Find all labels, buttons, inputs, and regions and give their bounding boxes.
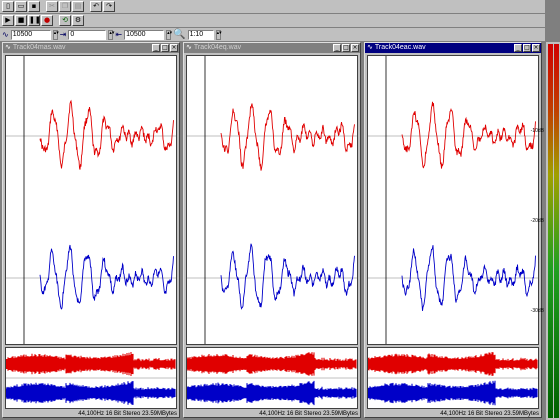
toolbar-row-2: ▶ ■ ❚❚ ● ⟲ ⚙ xyxy=(0,14,545,28)
overview-view[interactable] xyxy=(367,347,539,409)
wave-window-3[interactable]: ∿ Track04eac.wav _ □ × 44,100Hz 16 Bit S… xyxy=(364,42,542,418)
zoom-field[interactable]: 1:10 xyxy=(187,29,214,40)
waveform-view[interactable] xyxy=(367,55,539,345)
channel-waveform xyxy=(39,244,174,310)
window-titlebar[interactable]: ∿ Track04eac.wav _ □ × xyxy=(365,43,541,53)
wave-window-2[interactable]: ∿ Track04eq.wav _ □ × 44,100Hz 16 Bit St… xyxy=(183,42,361,418)
overview-waveform xyxy=(187,380,357,406)
redo-icon[interactable]: ↷ xyxy=(103,1,115,12)
pause-icon[interactable]: ❚❚ xyxy=(28,15,40,26)
meter-label: -20dB xyxy=(530,218,544,224)
maximize-button[interactable]: □ xyxy=(161,44,169,52)
overview-waveform xyxy=(368,352,538,376)
loop-icon[interactable]: ⟲ xyxy=(59,15,71,26)
overview-waveform xyxy=(187,352,357,376)
format-status: 44,100Hz 16 Bit Stereo 23.59MBytes xyxy=(259,411,358,417)
channel-waveform xyxy=(401,101,536,169)
maximize-button[interactable]: □ xyxy=(523,44,531,52)
start-spinner[interactable]: ▴▾ xyxy=(52,29,59,40)
overview-waveform xyxy=(6,381,176,405)
zoom-spinner[interactable]: ▴▾ xyxy=(215,29,222,40)
minimize-button[interactable]: _ xyxy=(152,44,160,52)
cut-icon[interactable]: ✂ xyxy=(46,1,58,12)
minimize-button[interactable]: _ xyxy=(333,44,341,52)
stop-icon[interactable]: ■ xyxy=(15,15,27,26)
app-icon: ∿ xyxy=(5,44,11,51)
overview-view[interactable] xyxy=(5,347,177,409)
minimize-button[interactable]: _ xyxy=(514,44,522,52)
app-icon: ∿ xyxy=(186,44,192,51)
length-spinner[interactable]: ▴▾ xyxy=(108,29,114,40)
app-icon: ∿ xyxy=(367,44,373,51)
settings-icon[interactable]: ⚙ xyxy=(72,15,84,26)
close-button[interactable]: × xyxy=(170,44,178,52)
channel-waveform xyxy=(220,243,355,310)
waveform-view[interactable] xyxy=(5,55,177,345)
meter-label: -30dB xyxy=(530,308,544,314)
overview-waveform xyxy=(6,352,176,376)
window-titlebar[interactable]: ∿ Track04eq.wav _ □ × xyxy=(184,43,360,53)
end-spinner[interactable]: ▴▾ xyxy=(166,29,172,40)
overview-waveform xyxy=(368,380,538,406)
new-icon[interactable]: ▯ xyxy=(2,1,14,12)
zoom-icon: 🔍 xyxy=(173,29,186,40)
meter-label: -10dB xyxy=(530,128,544,134)
length-field[interactable]: 0 xyxy=(68,29,107,40)
waveform-view[interactable] xyxy=(186,55,358,345)
undo-icon[interactable]: ↶ xyxy=(90,1,102,12)
overview-view[interactable] xyxy=(186,347,358,409)
level-meter xyxy=(545,42,560,420)
wave-window-1[interactable]: ∿ Track04mas.wav _ □ × 44,100Hz 16 Bit S… xyxy=(2,42,180,418)
waveform-icon: ∿ xyxy=(2,30,9,39)
play-icon[interactable]: ▶ xyxy=(2,15,14,26)
channel-waveform xyxy=(39,99,174,170)
format-status: 44,100Hz 16 Bit Stereo 23.59MBytes xyxy=(440,411,539,417)
window-title: Track04eq.wav xyxy=(193,44,242,51)
paste-icon[interactable]: ▤ xyxy=(72,1,84,12)
close-button[interactable]: × xyxy=(532,44,540,52)
meter-bar xyxy=(548,44,559,418)
save-icon[interactable]: ▪ xyxy=(28,1,40,12)
copy-icon[interactable]: ❐ xyxy=(59,1,71,12)
toolbar-row-1: ▯ ▭ ▪ ✂ ❐ ▤ ↶ ↷ xyxy=(0,0,545,14)
length-icon: ⇥ xyxy=(59,30,67,39)
toolbar-row-3: ∿ 10500 ▴▾ ⇥ 0 ▴▾ ⇤ 10500 ▴▾ 🔍 1:10 ▴▾ xyxy=(0,28,545,42)
close-button[interactable]: × xyxy=(351,44,359,52)
maximize-button[interactable]: □ xyxy=(342,44,350,52)
open-icon[interactable]: ▭ xyxy=(15,1,27,12)
start-field[interactable]: 10500 xyxy=(10,29,51,40)
window-title: Track04mas.wav xyxy=(12,44,66,51)
window-title: Track04eac.wav xyxy=(374,44,426,51)
record-icon[interactable]: ● xyxy=(41,15,53,26)
end-icon: ⇤ xyxy=(115,30,123,39)
window-titlebar[interactable]: ∿ Track04mas.wav _ □ × xyxy=(3,43,179,53)
end-field[interactable]: 10500 xyxy=(124,29,165,40)
format-status: 44,100Hz 16 Bit Stereo 23.59MBytes xyxy=(78,411,177,417)
channel-waveform xyxy=(220,103,355,171)
